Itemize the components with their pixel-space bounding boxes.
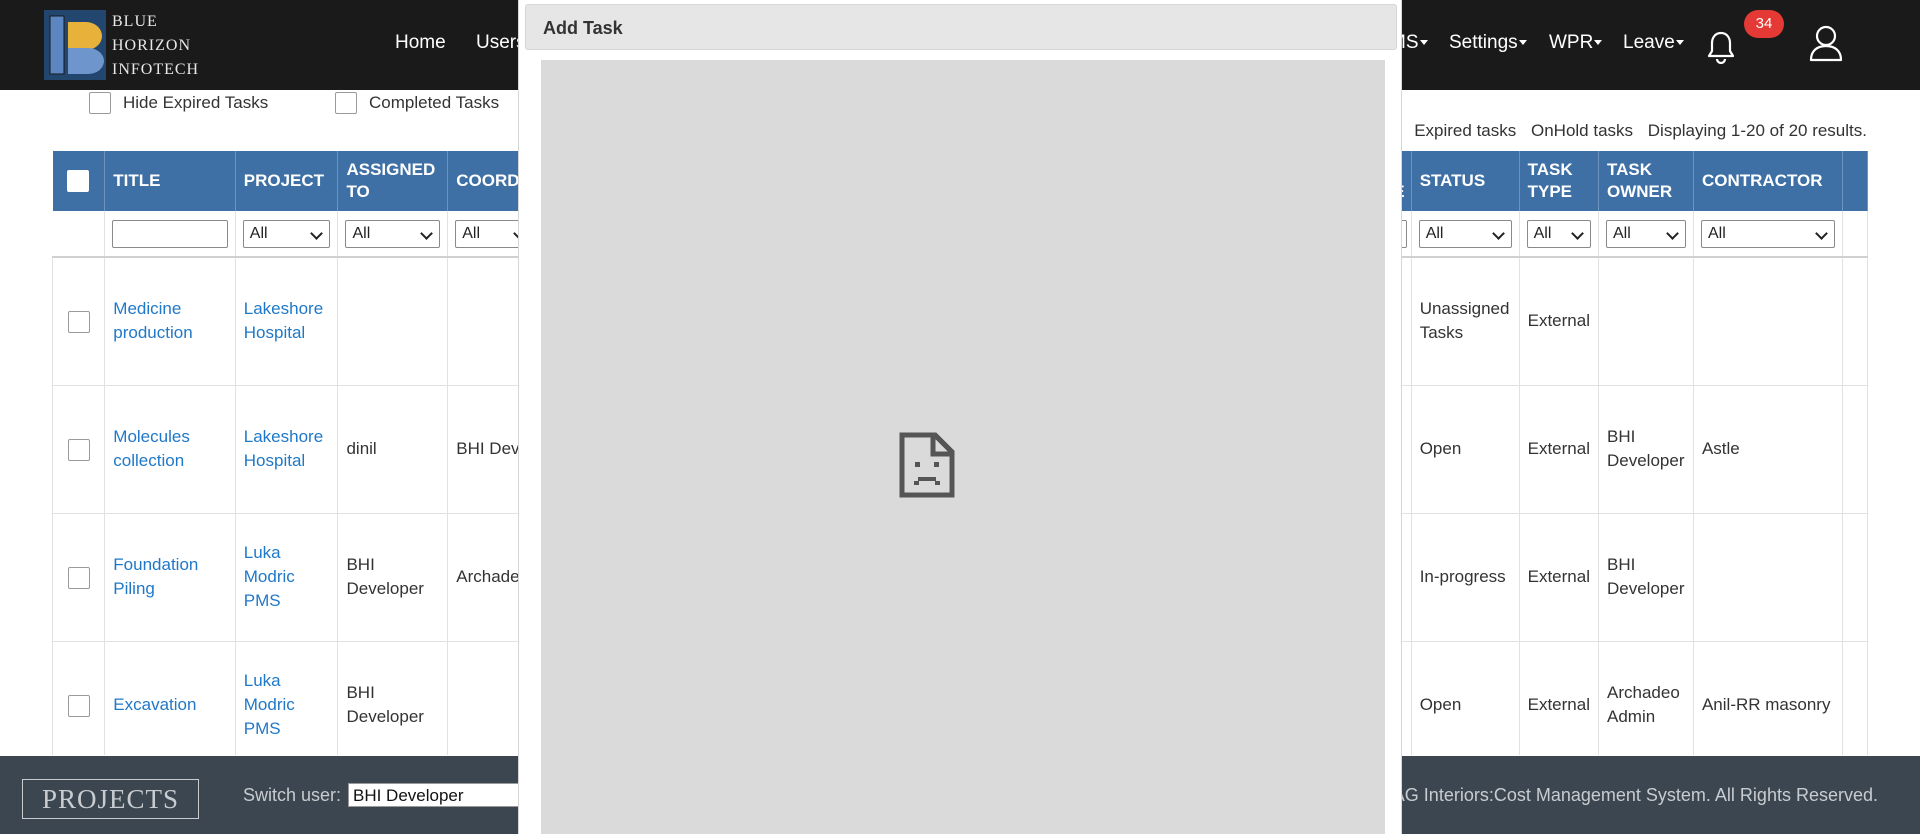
row-checkbox[interactable] [67, 566, 90, 589]
row-checkbox[interactable] [67, 694, 90, 717]
modal-title-bar[interactable]: Add Task [525, 4, 1397, 50]
onhold-tasks-link[interactable]: OnHold tasks [1531, 121, 1633, 140]
status-cell: Open [1411, 385, 1520, 514]
modal-title: Add Task [543, 18, 623, 38]
task-type-cell: External [1519, 385, 1600, 514]
logo-line-3: INFOTECH [112, 61, 200, 78]
nav-leave[interactable]: Leave [1623, 32, 1684, 54]
task-title-link[interactable]: Excavation [113, 695, 196, 714]
assigned-to-cell: BHI Developer [337, 641, 449, 755]
project-link[interactable]: Luka Modric PMS [244, 671, 295, 738]
task-owner-cell: BHI Developer [1598, 385, 1694, 514]
user-icon[interactable] [1808, 24, 1844, 62]
task-owner-cell: BHI Developer [1598, 513, 1694, 642]
status-filter-select[interactable]: All [1418, 219, 1512, 248]
assigned-to-cell: dinil [337, 385, 449, 514]
task-title-link[interactable]: Foundation Piling [113, 555, 198, 598]
filter-cell-empty [52, 211, 106, 258]
column-overflow [1842, 151, 1868, 211]
column-task-type[interactable]: TASK TYPE [1519, 151, 1600, 211]
company-logo[interactable]: BLUE HORIZON INFOTECH [42, 8, 210, 84]
logo-line-1: BLUE [112, 13, 158, 30]
sad-page-icon [899, 432, 955, 498]
task-owner-cell [1598, 257, 1694, 386]
title-filter-input[interactable] [112, 219, 228, 248]
modal-content-frame[interactable] [541, 60, 1385, 834]
project-link[interactable]: Lakeshore Hospital [244, 299, 323, 342]
bell-icon[interactable] [1706, 30, 1736, 64]
project-filter-select[interactable]: All [242, 219, 331, 248]
assigned-to-cell: BHI Developer [337, 513, 449, 642]
copyright-text: AG Interiors:Cost Management System. All… [1392, 785, 1878, 805]
footer-brand: PROJECTS [22, 779, 199, 819]
nav-home[interactable]: Home [395, 32, 446, 54]
notification-count-badge[interactable]: 34 [1744, 10, 1784, 38]
column-task-owner[interactable]: TASK OWNER [1598, 151, 1694, 211]
nav-settings[interactable]: Settings [1449, 32, 1527, 54]
column-title[interactable]: TITLE [104, 151, 236, 211]
completed-tasks-checkbox[interactable] [335, 92, 357, 114]
contractor-cell: Anil-RR masonry [1693, 641, 1844, 755]
status-cell: In-progress [1411, 513, 1520, 642]
hide-expired-label: Hide Expired Tasks [123, 93, 269, 112]
completed-tasks-label: Completed Tasks [369, 93, 500, 112]
project-link[interactable]: Luka Modric PMS [244, 543, 295, 610]
task-owner-cell: Archadeo Admin [1598, 641, 1694, 755]
logo-mark-icon [44, 10, 106, 80]
hide-expired-checkbox[interactable] [89, 92, 111, 114]
column-assigned-to[interactable]: ASSIGNED TO [337, 151, 449, 211]
task-title-link[interactable]: Molecules collection [113, 427, 190, 470]
select-all-checkbox[interactable] [67, 170, 90, 193]
status-cell: Open [1411, 641, 1520, 755]
contractor-cell [1693, 257, 1844, 386]
task-type-cell: External [1519, 257, 1600, 386]
assigned-to-cell [337, 257, 449, 386]
status-cell: Unassigned Tasks [1411, 257, 1520, 386]
select-all-header[interactable] [52, 151, 106, 211]
row-checkbox[interactable] [67, 310, 90, 333]
logo-line-2: HORIZON [112, 37, 191, 54]
contractor-cell [1693, 513, 1844, 642]
switch-user-select[interactable]: BHI Developer [348, 783, 524, 807]
task-type-cell: External [1519, 513, 1600, 642]
contractor-filter-select[interactable]: All [1700, 219, 1836, 248]
column-project[interactable]: PROJECT [235, 151, 339, 211]
task-owner-filter-select[interactable]: All [1606, 219, 1686, 248]
contractor-cell: Astle [1693, 385, 1844, 514]
project-link[interactable]: Lakeshore Hospital [244, 427, 323, 470]
column-status[interactable]: STATUS [1411, 151, 1520, 211]
task-title-link[interactable]: Medicine production [113, 299, 192, 342]
filter-overflow [1842, 211, 1868, 258]
switch-user-label: Switch user: [243, 785, 342, 805]
add-task-modal: Add Task [518, 0, 1402, 834]
assigned-to-filter-select[interactable]: All [345, 219, 441, 248]
nav-wpr[interactable]: WPR [1549, 32, 1602, 54]
task-links-bar: Expired tasks OnHold tasks Displaying 1-… [1404, 121, 1867, 141]
task-type-cell: External [1519, 641, 1600, 755]
logo-text: BLUE HORIZON INFOTECH [112, 10, 199, 82]
task-type-filter-select[interactable]: All [1526, 219, 1591, 248]
column-contractor[interactable]: CONTRACTOR [1693, 151, 1844, 211]
results-summary: Displaying 1-20 of 20 results. [1647, 121, 1867, 140]
row-checkbox[interactable] [67, 438, 90, 461]
expired-tasks-link[interactable]: Expired tasks [1414, 121, 1516, 140]
